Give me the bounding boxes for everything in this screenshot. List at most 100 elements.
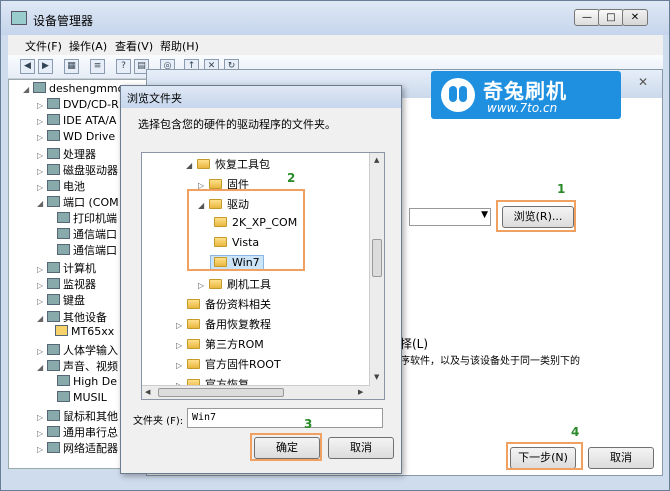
folder-icon xyxy=(187,359,200,369)
menu-file[interactable]: 文件(F) xyxy=(25,38,62,54)
pick-list-heading: 择(L) xyxy=(400,337,429,351)
folder-item[interactable]: ▷ 第三方ROM xyxy=(176,336,264,354)
usb-icon xyxy=(47,426,60,437)
properties-icon[interactable]: ▦ xyxy=(64,59,79,74)
wizard-cancel-button[interactable]: 取消 xyxy=(588,447,654,469)
menu-view[interactable]: 查看(V) xyxy=(115,38,153,54)
scroll-left-icon[interactable]: ◀ xyxy=(145,388,150,396)
tree-item[interactable]: ▷ 磁盘驱动器 xyxy=(37,162,118,178)
highlight-next xyxy=(506,442,583,470)
port-icon xyxy=(57,228,70,239)
folder-item[interactable]: ▷ 备用恢复教程 xyxy=(176,316,271,334)
brand-url: www.7to.cn xyxy=(487,101,558,115)
tree-item[interactable]: ▷ 计算机 xyxy=(37,260,96,276)
tree-item[interactable]: ◢ 其他设备 xyxy=(37,309,107,325)
folder-horizontal-scrollbar[interactable]: ◀ ▶ xyxy=(142,385,370,399)
wizard-close-icon[interactable]: ✕ xyxy=(638,75,648,89)
menu-bar: 文件(F) 操作(A) 查看(V) 帮助(H) xyxy=(8,35,663,55)
tree-item[interactable]: ▷ 人体学输入 xyxy=(37,342,118,358)
port-icon xyxy=(47,196,60,207)
sound-icon xyxy=(57,375,70,386)
mouse-icon xyxy=(47,410,60,421)
tree-item[interactable]: ▷ 网络适配器 xyxy=(37,440,118,456)
browse-dialog-description: 选择包含您的硬件的驱动程序的文件夹。 xyxy=(138,118,336,131)
help-icon[interactable]: ? xyxy=(116,59,131,74)
browse-folder-dialog: 浏览文件夹 选择包含您的硬件的驱动程序的文件夹。 ◢ 恢复工具包 ▷ 固件 ◢ 驱动 … xyxy=(120,85,402,474)
title-bar: 设备管理器 — □ ✕ xyxy=(1,1,669,35)
scroll-right-icon[interactable]: ▶ xyxy=(358,388,363,396)
device-manager-window: 设备管理器 — □ ✕ 文件(F) 操作(A) 查看(V) 帮助(H) ◀ ▶ … xyxy=(0,0,670,491)
step-number-4: 4 xyxy=(571,425,580,439)
computer-icon xyxy=(33,82,46,93)
scroll-thumb[interactable] xyxy=(158,388,284,397)
disk-icon xyxy=(47,164,60,175)
folder-item[interactable]: ▷ 刷机工具 xyxy=(198,276,271,294)
scroll-thumb[interactable] xyxy=(372,239,382,277)
driver-path-combo[interactable]: ▼ xyxy=(409,208,491,226)
tree-item[interactable]: ◢ deshengmmo xyxy=(23,82,124,98)
scroll-up-icon[interactable]: ▲ xyxy=(374,156,379,164)
scroll-down-icon[interactable]: ▼ xyxy=(374,373,379,381)
tree-item[interactable]: ▷ WD Drive xyxy=(37,130,115,146)
list-icon[interactable]: ≡ xyxy=(90,59,105,74)
folder-item[interactable]: ▷ 官方固件ROOT xyxy=(176,356,281,374)
back-icon[interactable]: ◀ xyxy=(20,59,35,74)
tree-item[interactable]: ▷ 电池 xyxy=(37,178,85,194)
folder-icon xyxy=(209,279,222,289)
tree-item[interactable]: ▷ DVD/CD-R xyxy=(37,98,119,114)
dvd-icon xyxy=(47,98,60,109)
folder-field[interactable]: Win7 xyxy=(187,408,383,428)
port-icon xyxy=(57,212,70,223)
minimize-button[interactable]: — xyxy=(574,9,600,26)
brand-banner: 奇兔刷机 www.7to.cn xyxy=(431,71,621,119)
window-title: 设备管理器 xyxy=(33,14,94,28)
folder-icon xyxy=(187,319,200,329)
warning-device-icon xyxy=(55,325,68,336)
computer-icon xyxy=(47,262,60,273)
tree-item[interactable]: ▷ IDE ATA/A xyxy=(37,114,116,130)
battery-icon xyxy=(47,180,60,191)
port-icon xyxy=(57,244,70,255)
folder-item[interactable]: ◢ 恢复工具包 xyxy=(186,156,270,174)
rabbit-logo-icon xyxy=(441,78,475,112)
other-device-icon xyxy=(47,311,60,322)
menu-action[interactable]: 操作(A) xyxy=(69,38,107,54)
chevron-down-icon: ▼ xyxy=(481,210,488,220)
tree-item[interactable]: 通信端口 xyxy=(57,242,117,258)
step-number-3: 3 xyxy=(304,417,313,431)
tree-item[interactable]: High De xyxy=(57,375,117,391)
folder-icon xyxy=(187,299,200,309)
brand-title: 奇兔刷机 xyxy=(483,79,567,103)
step-number-2: 2 xyxy=(287,171,296,185)
folder-vertical-scrollbar[interactable]: ▲ ▼ xyxy=(369,153,384,399)
tree-item[interactable]: MUSIL xyxy=(57,391,107,407)
tree-item[interactable]: ▷ 监视器 xyxy=(37,276,96,292)
tree-item[interactable]: 打印机端 xyxy=(57,210,117,226)
menu-help[interactable]: 帮助(H) xyxy=(160,38,199,54)
tree-item[interactable]: 通信端口 xyxy=(57,226,117,242)
device-manager-icon xyxy=(11,11,27,25)
tree-item[interactable]: ◢ 声音、视频 xyxy=(37,358,118,374)
folder-item[interactable]: 备份资料相关 xyxy=(176,296,271,314)
monitor-icon xyxy=(47,278,60,289)
sound-icon xyxy=(57,391,70,402)
tree-item[interactable]: MT65xx xyxy=(55,325,114,341)
maximize-button[interactable]: □ xyxy=(598,9,624,26)
browse-cancel-button[interactable]: 取消 xyxy=(328,437,394,459)
tree-item[interactable]: ▷ 键盘 xyxy=(37,292,85,308)
pick-list-description: 序软件，以及与该设备处于同一类别下的 xyxy=(400,356,580,367)
close-button[interactable]: ✕ xyxy=(622,9,648,26)
tree-item[interactable]: ▷ 通用串行总 xyxy=(37,424,118,440)
tree-item[interactable]: ▷ 处理器 xyxy=(37,146,96,162)
drive-icon xyxy=(47,130,60,141)
folder-icon xyxy=(197,159,210,169)
folder-icon xyxy=(209,179,222,189)
tree-item[interactable]: ◢ 端口 (COM xyxy=(37,194,119,210)
ide-icon xyxy=(47,114,60,125)
tree-item[interactable]: ▷ 鼠标和其他 xyxy=(37,408,118,424)
hid-icon xyxy=(47,344,60,355)
processor-icon xyxy=(47,148,60,159)
forward-icon[interactable]: ▶ xyxy=(38,59,53,74)
folder-icon xyxy=(187,339,200,349)
highlight-ok xyxy=(250,433,322,461)
